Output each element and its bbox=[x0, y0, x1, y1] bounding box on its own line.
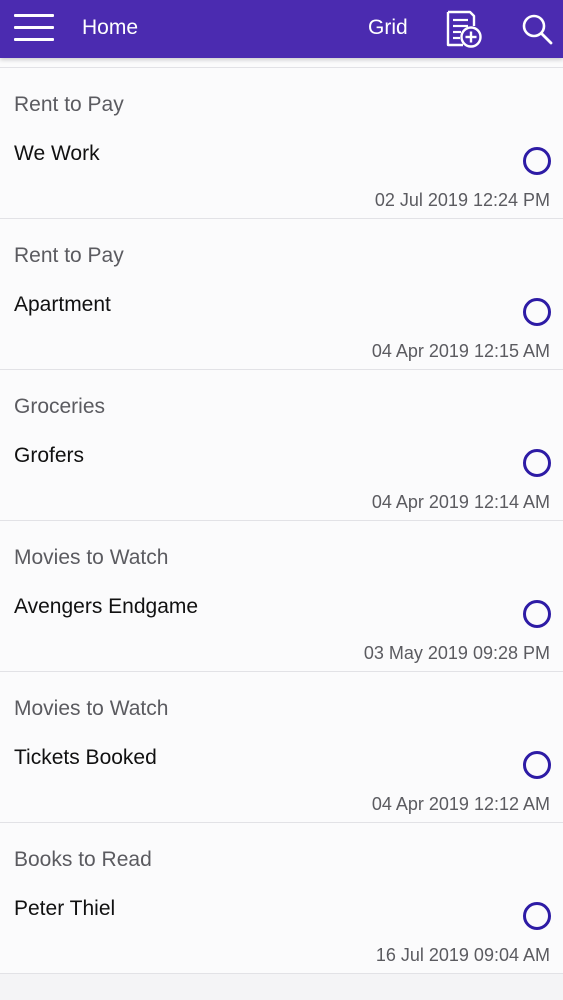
add-note-icon[interactable] bbox=[444, 9, 484, 49]
hamburger-menu-icon[interactable] bbox=[14, 14, 56, 44]
completion-checkbox[interactable] bbox=[523, 147, 551, 175]
item-timestamp: 03 May 2019 09:28 PM bbox=[363, 643, 550, 663]
item-title: Avengers Endgame bbox=[14, 595, 199, 618]
item-category: Books to Read bbox=[14, 848, 152, 871]
item-timestamp: 04 Apr 2019 12:15 AM bbox=[371, 341, 550, 361]
item-category: Groceries bbox=[14, 395, 106, 418]
completion-checkbox[interactable] bbox=[523, 600, 551, 628]
list-item[interactable]: Movies to Watch Tickets Booked 04 Apr 20… bbox=[0, 672, 563, 823]
item-timestamp: 04 Apr 2019 12:12 AM bbox=[371, 794, 550, 814]
completion-checkbox[interactable] bbox=[523, 751, 551, 779]
item-timestamp: 02 Jul 2019 12:24 PM bbox=[374, 190, 550, 210]
list-item[interactable]: Rent to Pay We Work 02 Jul 2019 12:24 PM bbox=[0, 68, 563, 219]
item-category: Movies to Watch bbox=[14, 546, 169, 569]
list-item[interactable]: Books to Read Peter Thiel 16 Jul 2019 09… bbox=[0, 823, 563, 974]
item-category: Movies to Watch bbox=[14, 697, 169, 720]
grid-view-button[interactable]: Grid bbox=[368, 15, 408, 41]
item-title: We Work bbox=[14, 142, 100, 165]
list-item[interactable]: Movies to Watch Avengers Endgame 03 May … bbox=[0, 521, 563, 672]
item-category: Rent to Pay bbox=[14, 244, 124, 267]
completion-checkbox[interactable] bbox=[523, 298, 551, 326]
app-header: Home Grid bbox=[0, 0, 563, 58]
item-title: Grofers bbox=[14, 444, 85, 467]
completion-checkbox[interactable] bbox=[523, 902, 551, 930]
notes-list: Rent to Pay We Work 02 Jul 2019 12:24 PM… bbox=[0, 58, 563, 974]
item-timestamp: 16 Jul 2019 09:04 AM bbox=[375, 945, 550, 965]
item-category: Rent to Pay bbox=[14, 93, 124, 116]
item-title: Apartment bbox=[14, 293, 111, 316]
page-title: Home bbox=[82, 16, 139, 39]
item-timestamp: 04 Apr 2019 12:14 AM bbox=[371, 492, 550, 512]
search-icon[interactable] bbox=[521, 13, 553, 45]
list-item[interactable]: Groceries Grofers 04 Apr 2019 12:14 AM bbox=[0, 370, 563, 521]
completion-checkbox[interactable] bbox=[523, 449, 551, 477]
list-item-partial bbox=[0, 58, 563, 68]
item-title: Peter Thiel bbox=[14, 897, 116, 920]
item-title: Tickets Booked bbox=[14, 746, 157, 769]
list-item[interactable]: Rent to Pay Apartment 04 Apr 2019 12:15 … bbox=[0, 219, 563, 370]
